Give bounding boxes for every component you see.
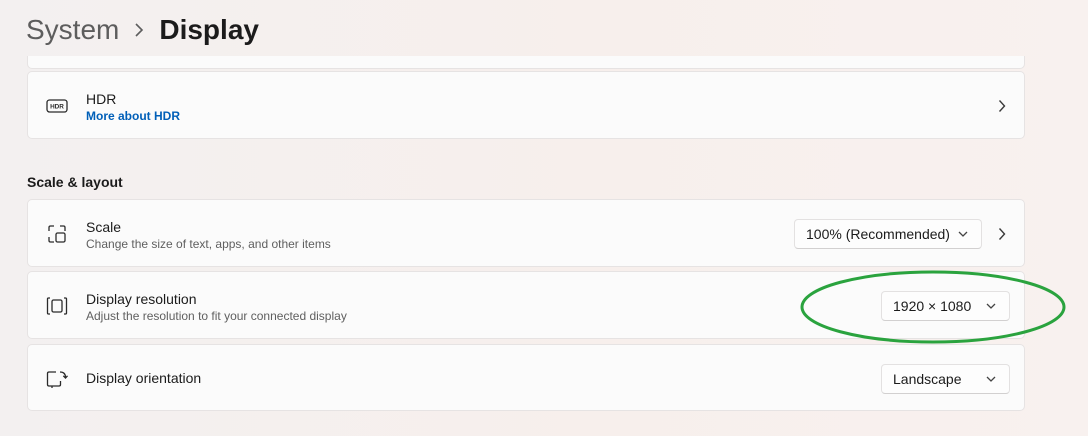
hdr-icon: HDR	[45, 94, 69, 118]
display-orientation-dropdown[interactable]: Landscape	[881, 364, 1010, 394]
display-orientation-title: Display orientation	[86, 370, 202, 386]
scale-subtitle: Change the size of text, apps, and other…	[86, 237, 331, 251]
chevron-right-icon	[119, 10, 159, 50]
scale-title: Scale	[86, 219, 122, 235]
scale-dropdown-value: 100% (Recommended)	[806, 226, 950, 242]
hdr-card[interactable]: HDR HDR More about HDR	[27, 71, 1025, 139]
display-orientation-card: Display orientation Landscape	[27, 344, 1025, 411]
scale-icon	[45, 222, 69, 246]
display-resolution-subtitle: Adjust the resolution to fit your connec…	[86, 309, 347, 323]
breadcrumb-system[interactable]: System	[26, 14, 119, 46]
display-resolution-dropdown-value: 1920 × 1080	[893, 298, 972, 314]
chevron-down-icon	[986, 376, 996, 382]
chevron-right-icon[interactable]	[994, 98, 1010, 114]
breadcrumb: System Display	[26, 10, 259, 50]
display-resolution-title: Display resolution	[86, 291, 197, 307]
svg-text:HDR: HDR	[50, 104, 64, 111]
more-about-hdr-link[interactable]: More about HDR	[86, 108, 180, 124]
chevron-down-icon	[986, 303, 996, 309]
scale-card[interactable]: Scale Change the size of text, apps, and…	[27, 199, 1025, 267]
display-resolution-icon	[45, 294, 69, 318]
hdr-title: HDR	[86, 91, 117, 107]
display-orientation-icon	[45, 367, 69, 391]
scale-dropdown[interactable]: 100% (Recommended)	[794, 219, 982, 249]
page-title: Display	[159, 14, 259, 45]
chevron-down-icon	[958, 231, 968, 237]
previous-settings-card	[27, 56, 1025, 69]
display-orientation-dropdown-value: Landscape	[893, 371, 962, 387]
display-resolution-dropdown[interactable]: 1920 × 1080	[881, 291, 1010, 321]
chevron-right-icon[interactable]	[994, 226, 1010, 242]
display-resolution-card: Display resolution Adjust the resolution…	[27, 271, 1025, 339]
section-scale-layout-header: Scale & layout	[27, 174, 123, 190]
